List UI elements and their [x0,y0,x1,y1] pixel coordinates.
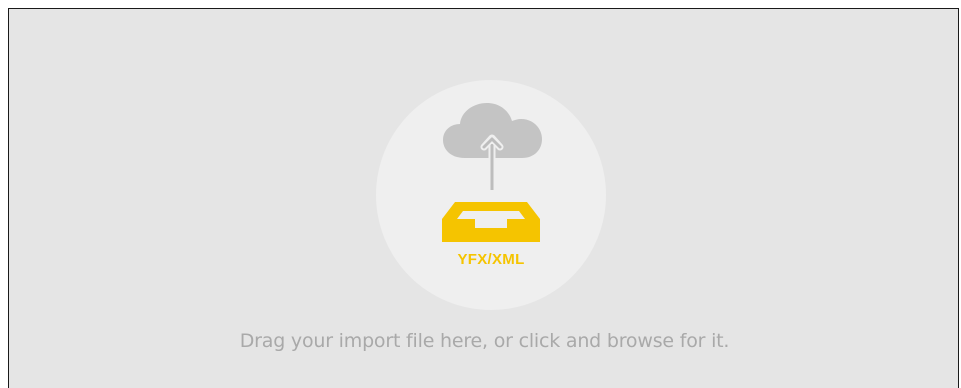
inbox-tray-icon [442,202,540,242]
import-dropzone[interactable]: YFX/XML Drag your import file here, or c… [8,8,959,388]
file-format-label: YFX/XML [457,251,525,268]
drop-instruction-text: Drag your import file here, or click and… [239,330,730,352]
upload-illustration: YFX/XML [376,80,606,310]
cloud-upload-icon [443,103,542,190]
